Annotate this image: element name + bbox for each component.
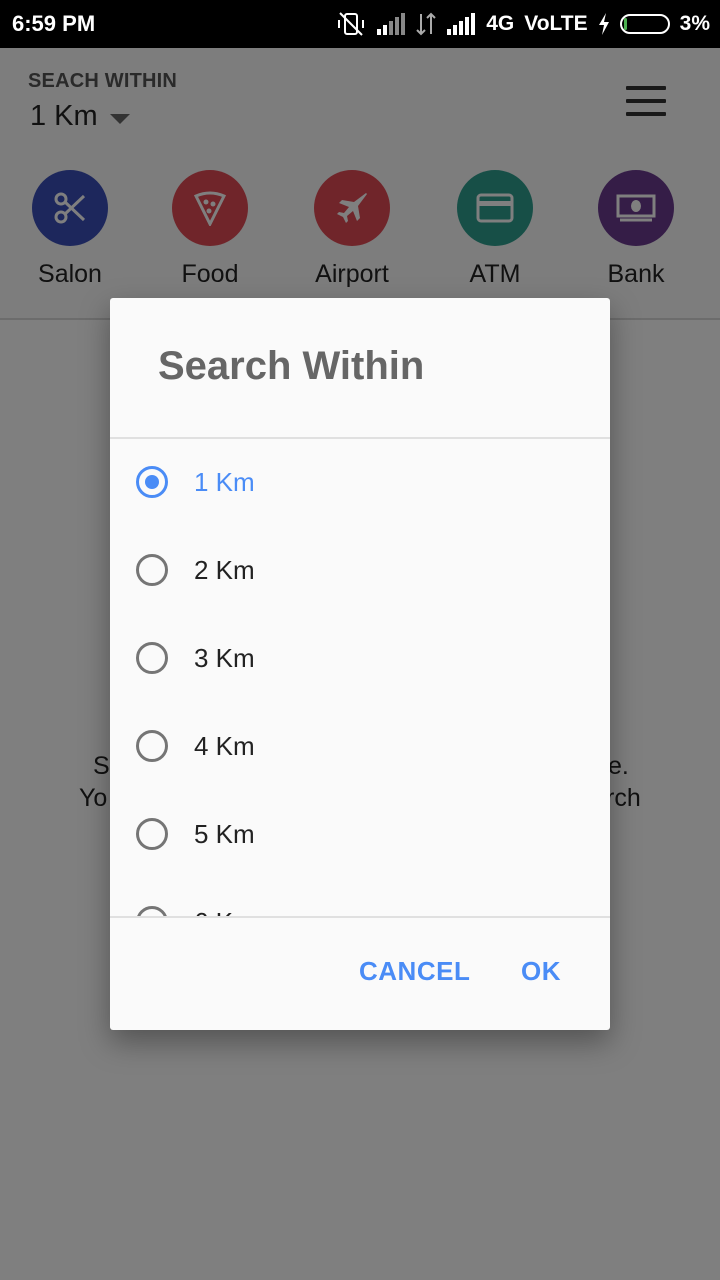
radio-button[interactable] <box>136 642 168 674</box>
search-within-dialog: Search Within 1 Km 2 Km 3 Km 4 Km 5 Km 6… <box>110 298 610 1030</box>
radio-button[interactable] <box>136 818 168 850</box>
radio-option-3km[interactable]: 3 Km <box>110 614 610 702</box>
dialog-title: Search Within <box>158 344 425 388</box>
option-label: 3 Km <box>194 642 255 673</box>
status-bar: 6:59 PM 4G VoLTE 3% <box>0 0 720 48</box>
radio-option-6km[interactable]: 6 Km <box>110 878 610 916</box>
cancel-button[interactable]: CANCEL <box>359 956 470 987</box>
ok-button[interactable]: OK <box>521 956 561 987</box>
option-label: 4 Km <box>194 730 255 761</box>
radio-options-list[interactable]: 1 Km 2 Km 3 Km 4 Km 5 Km 6 Km <box>110 438 610 916</box>
status-time: 6:59 PM <box>12 11 96 36</box>
charging-icon <box>598 13 609 35</box>
signal-icon <box>377 13 406 35</box>
status-icons: 4G VoLTE 3% <box>336 0 710 48</box>
radio-option-5km[interactable]: 5 Km <box>110 790 610 878</box>
radio-button[interactable] <box>136 554 168 586</box>
radio-button[interactable] <box>136 906 168 916</box>
radio-option-4km[interactable]: 4 Km <box>110 702 610 790</box>
dialog-actions: CANCEL OK <box>110 918 610 1030</box>
radio-button[interactable] <box>136 730 168 762</box>
radio-option-2km[interactable]: 2 Km <box>110 526 610 614</box>
option-label: 5 Km <box>194 818 255 849</box>
radio-option-1km[interactable]: 1 Km <box>110 438 610 526</box>
network-type: 4G <box>486 12 515 35</box>
battery-icon <box>619 14 670 34</box>
volte-label: VoLTE <box>524 12 588 35</box>
vibrate-off-icon <box>338 12 365 36</box>
option-label: 2 Km <box>194 554 255 585</box>
radio-button-checked[interactable] <box>136 466 168 498</box>
battery-percent: 3% <box>679 12 710 35</box>
data-arrows-icon <box>416 12 436 36</box>
option-label: 6 Km <box>194 907 255 917</box>
signal-icon-2 <box>447 13 476 35</box>
option-label: 1 Km <box>194 466 255 497</box>
